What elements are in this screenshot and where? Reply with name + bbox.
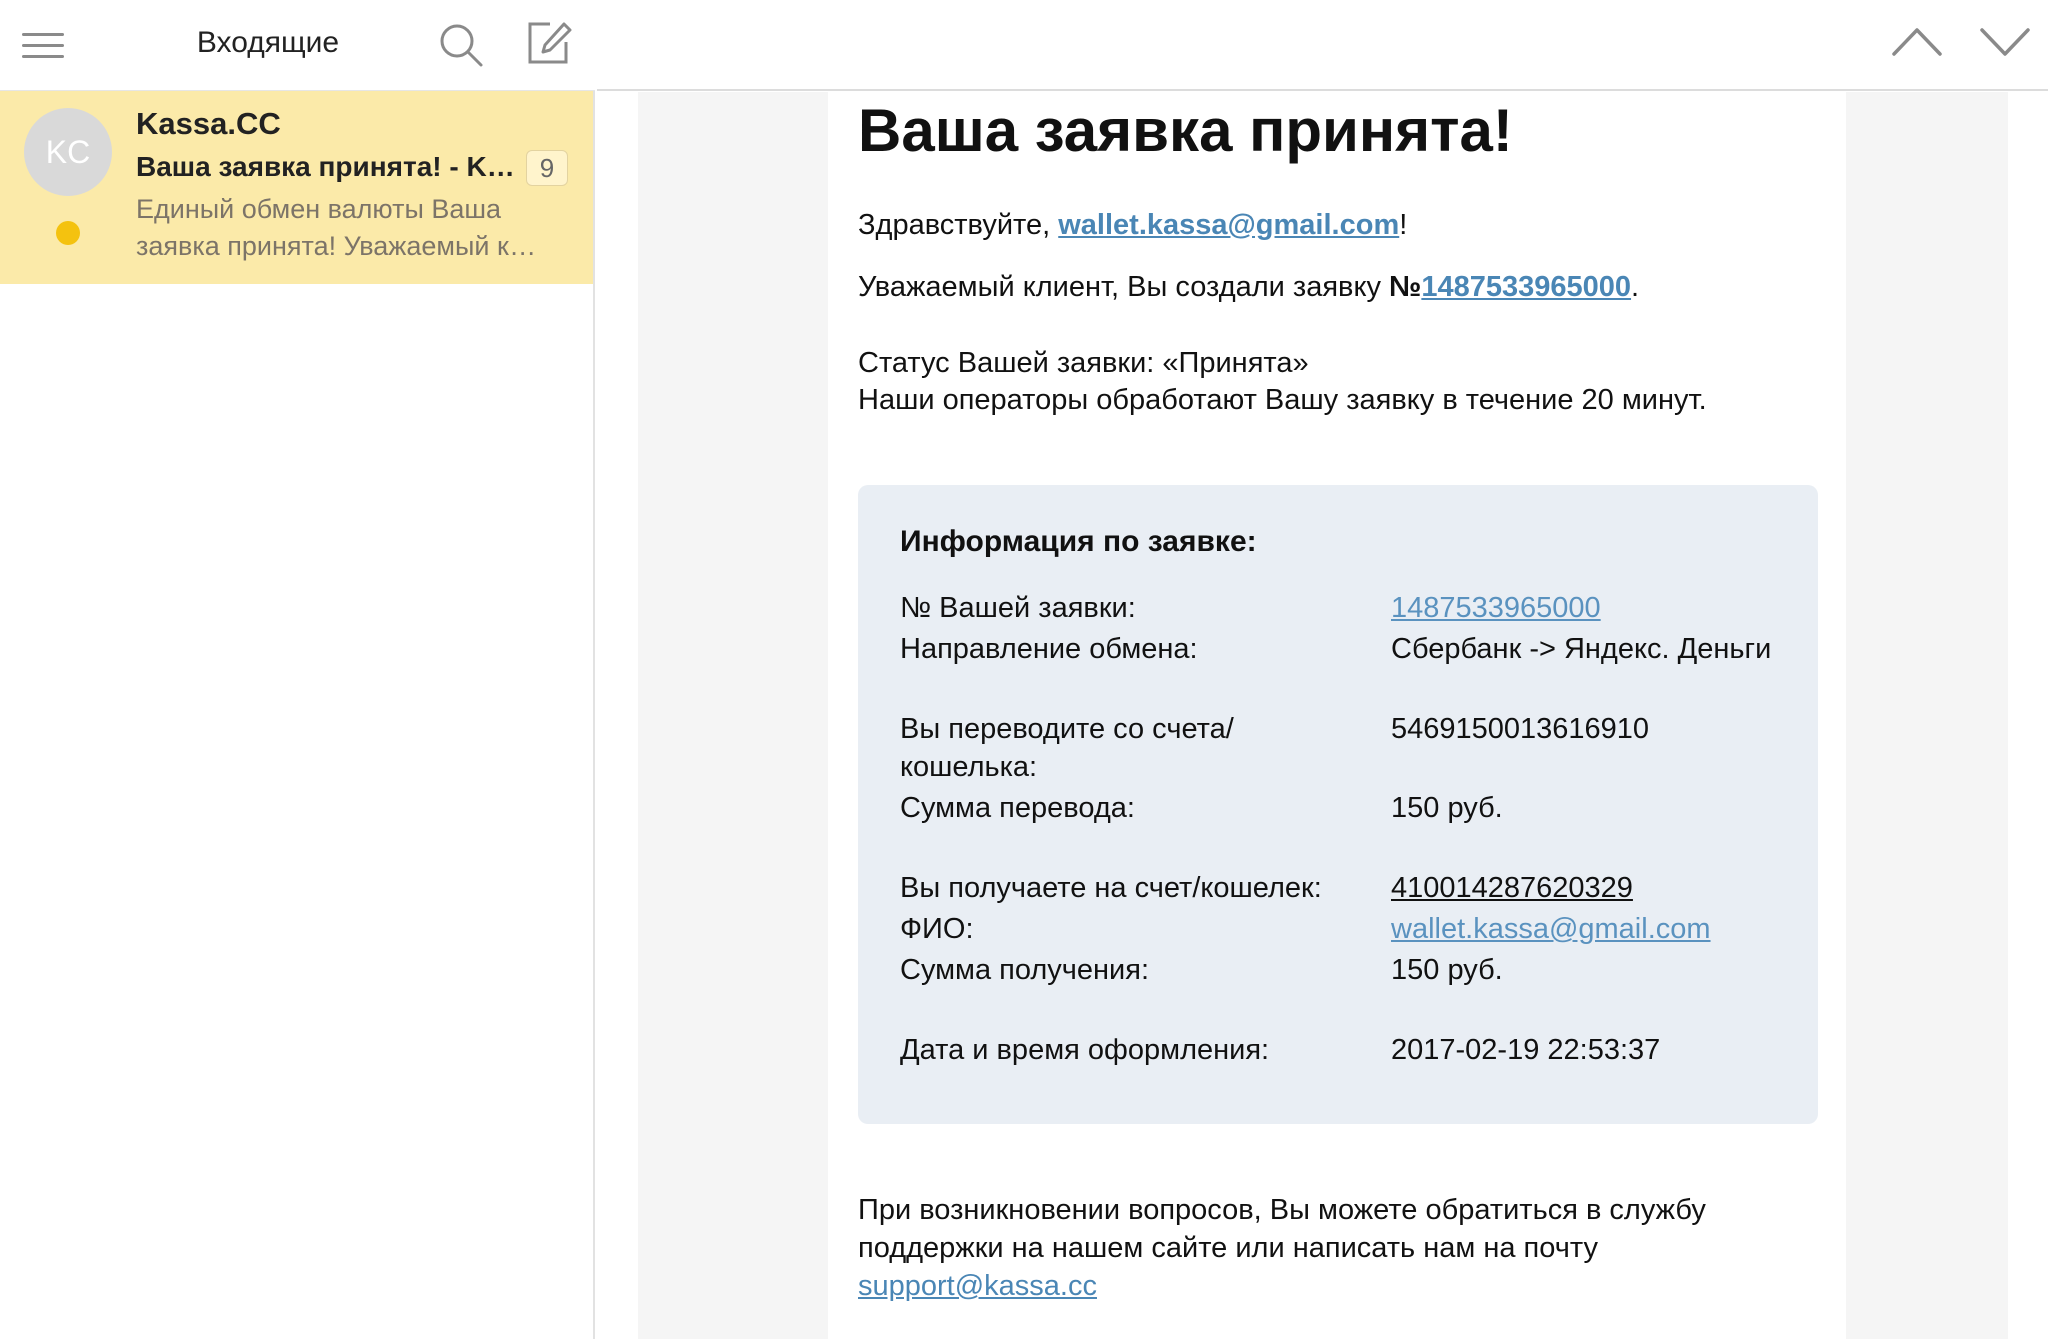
support-line2: поддержки на нашем сайте или написать на…: [858, 1232, 1598, 1264]
from-account-label-line1: Вы переводите со счета/: [900, 713, 1234, 745]
reading-pane-header: [597, 0, 2048, 91]
from-account-value: 5469150013616910: [1391, 713, 1650, 745]
order-number-label: № Вашей заявки:: [900, 592, 1136, 624]
email-heading: Ваша заявка принята!: [858, 97, 1513, 164]
message-list-header: Входящие: [0, 0, 595, 91]
date-label: Дата и время оформления:: [900, 1034, 1270, 1066]
created-line: Уважаемый клиент, Вы создали заявку №148…: [858, 271, 1639, 304]
support-paragraph: При возникновении вопросов, Вы можете об…: [858, 1191, 1818, 1305]
reading-pane: Ваша заявка принята! Здравствуйте, walle…: [638, 92, 2008, 1339]
created-prefix: Уважаемый клиент, Вы создали заявку: [858, 271, 1390, 303]
order-info-title: Информация по заявке:: [900, 525, 1257, 558]
direction-value: Сбербанк -> Яндекс. Деньги: [1391, 633, 1772, 665]
message-snippet-line: Единый обмен валюты Ваша: [136, 194, 502, 224]
greeting-line: Здравствуйте, wallet.kassa@gmail.com!: [858, 209, 1407, 242]
menu-icon[interactable]: [22, 28, 64, 62]
unread-indicator-icon[interactable]: [56, 221, 80, 245]
send-amount-label: Сумма перевода:: [900, 792, 1135, 824]
order-number-value-link[interactable]: 1487533965000: [1391, 589, 1601, 627]
thread-count-badge: 9: [526, 150, 568, 186]
to-account-label: Вы получаете на счет/кошелек:: [900, 872, 1322, 904]
from-account-label: Вы переводите со счета/ кошелька:: [900, 710, 1234, 786]
number-sign: №: [1389, 271, 1422, 303]
status-line: Статус Вашей заявки: «Принята»: [858, 347, 1309, 379]
operators-line: Наши операторы обработают Вашу заявку в …: [858, 384, 1707, 416]
from-account-label-line2: кошелька:: [900, 751, 1038, 783]
fio-label: ФИО:: [900, 913, 974, 945]
email-body: Ваша заявка принята! Здравствуйте, walle…: [828, 92, 1846, 1339]
greeting-suffix: !: [1399, 209, 1408, 241]
chevron-up-icon[interactable]: [1890, 20, 1944, 64]
message-subject: Ваша заявка принята! - Kassa.CC: [136, 151, 516, 182]
message-snippet-line: заявка принята! Уважаемый клиент: [136, 231, 546, 261]
send-amount-value: 150 руб.: [1391, 792, 1503, 824]
direction-label: Направление обмена:: [900, 633, 1198, 665]
support-line1: При возникновении вопросов, Вы можете об…: [858, 1194, 1706, 1226]
to-account-value[interactable]: 410014287620329: [1391, 869, 1633, 907]
receive-amount-value: 150 руб.: [1391, 954, 1503, 986]
search-icon[interactable]: [438, 22, 484, 68]
created-suffix: .: [1631, 271, 1640, 303]
greeting-email-link[interactable]: wallet.kassa@gmail.com: [1058, 209, 1399, 241]
compose-icon[interactable]: [526, 20, 572, 66]
date-value: 2017-02-19 22:53:37: [1391, 1034, 1661, 1066]
fio-email-link[interactable]: wallet.kassa@gmail.com: [1391, 910, 1711, 948]
message-snippet: Единый обмен валюты Ваша заявка принята!…: [136, 191, 546, 265]
greeting-prefix: Здравствуйте,: [858, 209, 1059, 241]
chevron-down-icon[interactable]: [1978, 20, 2032, 64]
folder-title: Входящие: [196, 26, 340, 59]
message-list-item[interactable]: KC Kassa.CC Ваша заявка принята! - Kassa…: [0, 91, 593, 284]
message-list-pane: Входящие KC Kassa.CC Ваша заявка принята…: [0, 0, 595, 1339]
support-email-link[interactable]: support@kassa.cc: [858, 1270, 1097, 1302]
order-info-box: Информация по заявке: № Вашей заявки: 14…: [858, 485, 1818, 1124]
receive-amount-label: Сумма получения:: [900, 954, 1150, 986]
order-number-link[interactable]: 1487533965000: [1421, 271, 1631, 303]
avatar: KC: [24, 108, 112, 196]
message-sender: Kassa.CC: [136, 106, 281, 141]
